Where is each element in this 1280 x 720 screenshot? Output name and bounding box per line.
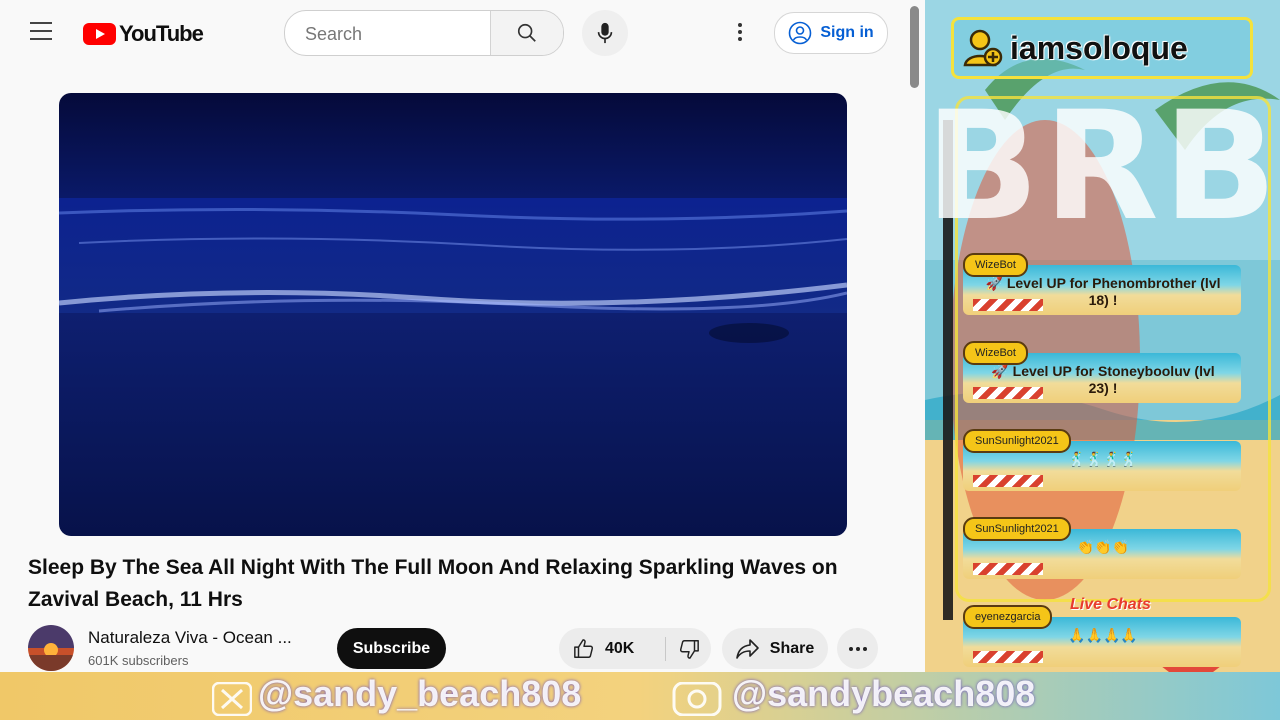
video-player[interactable] [59,93,847,536]
thumbs-down-icon [679,639,699,659]
streamer-username: iamsoloque [1010,29,1188,66]
sign-in-button[interactable]: Sign in [774,12,888,54]
instagram-icon [672,682,722,716]
twitter-x-icon [212,682,252,716]
youtube-logo[interactable]: YouTube [83,21,204,47]
like-count: 40K [605,639,635,657]
channel-avatar[interactable] [28,625,74,671]
chat-username: SunSunlight2021 [963,517,1071,541]
like-dislike-group: 40K [559,628,711,669]
thumbs-up-icon [574,638,594,658]
sign-in-label: Sign in [820,24,874,41]
chat-username: eyenezgarcia [963,605,1053,629]
more-vert-icon [738,23,742,41]
settings-menu-button[interactable] [728,20,752,44]
chat-text: 👏👏👏 [1076,539,1130,555]
chat-message: WizeBot 🚀 Level UP for Phenombrother (lv… [963,253,1243,323]
channel-name[interactable]: Naturaleza Viva - Ocean ... [88,628,318,648]
voice-search-button[interactable] [582,10,628,56]
user-add-icon [963,29,1003,67]
chat-username: WizeBot [963,341,1028,365]
brb-text: BRB [925,80,1280,254]
share-label: Share [769,639,815,657]
subscribe-button[interactable]: Subscribe [337,628,446,669]
chat-text: 🚀 Level UP for Stoneybooluv (lvl 23) ! [991,363,1215,396]
share-icon [735,638,759,659]
chat-text: 🚀 Level UP for Phenombrother (lvl 18) ! [985,275,1221,308]
social-handle-instagram: @sandybeach808 [732,673,1036,714]
microphone-icon [597,22,613,44]
live-chats-label: Live Chats [1070,596,1151,613]
search-icon [517,23,536,42]
chat-text: 🙏🙏🙏🙏 [1068,627,1138,643]
menu-icon[interactable] [30,22,52,40]
youtube-play-icon [83,23,116,45]
share-button[interactable]: Share [722,628,828,669]
chat-username: WizeBot [963,253,1028,277]
like-button[interactable]: 40K [559,628,653,669]
youtube-panel: YouTube Sign in [0,0,925,690]
chat-username: SunSunlight2021 [963,429,1071,453]
scrollbar[interactable] [910,6,919,88]
search-button[interactable] [490,11,563,55]
stream-overlay: BRB iamsoloque WizeBot 🚀 Level UP for Ph… [925,0,1280,720]
video-title: Sleep By The Sea All Night With The Full… [28,556,838,611]
subscriber-count: 601K subscribers [88,653,189,668]
more-actions-button[interactable] [837,628,878,669]
sunset-avatar-image [28,625,74,671]
search-input[interactable] [303,11,487,55]
search-box [284,10,564,56]
social-handle-twitter: @sandy_beach808 [258,673,582,714]
chat-message: SunSunlight2021 🕺🕺🕺🕺 [963,429,1243,499]
chat-message: WizeBot 🚀 Level UP for Stoneybooluv (lvl… [963,341,1243,411]
more-horiz-icon [848,646,867,651]
chat-message: eyenezgarcia 🙏🙏🙏🙏 [963,605,1243,675]
chat-message: SunSunlight2021 👏👏👏 [963,517,1243,587]
streamer-banner: iamsoloque [951,17,1253,79]
social-footer [0,672,1280,720]
video-frame [59,93,847,536]
dislike-button[interactable] [666,628,711,669]
account-icon [789,21,812,45]
logo-text: YouTube [119,21,204,46]
chat-text: 🕺🕺🕺🕺 [1068,451,1138,467]
